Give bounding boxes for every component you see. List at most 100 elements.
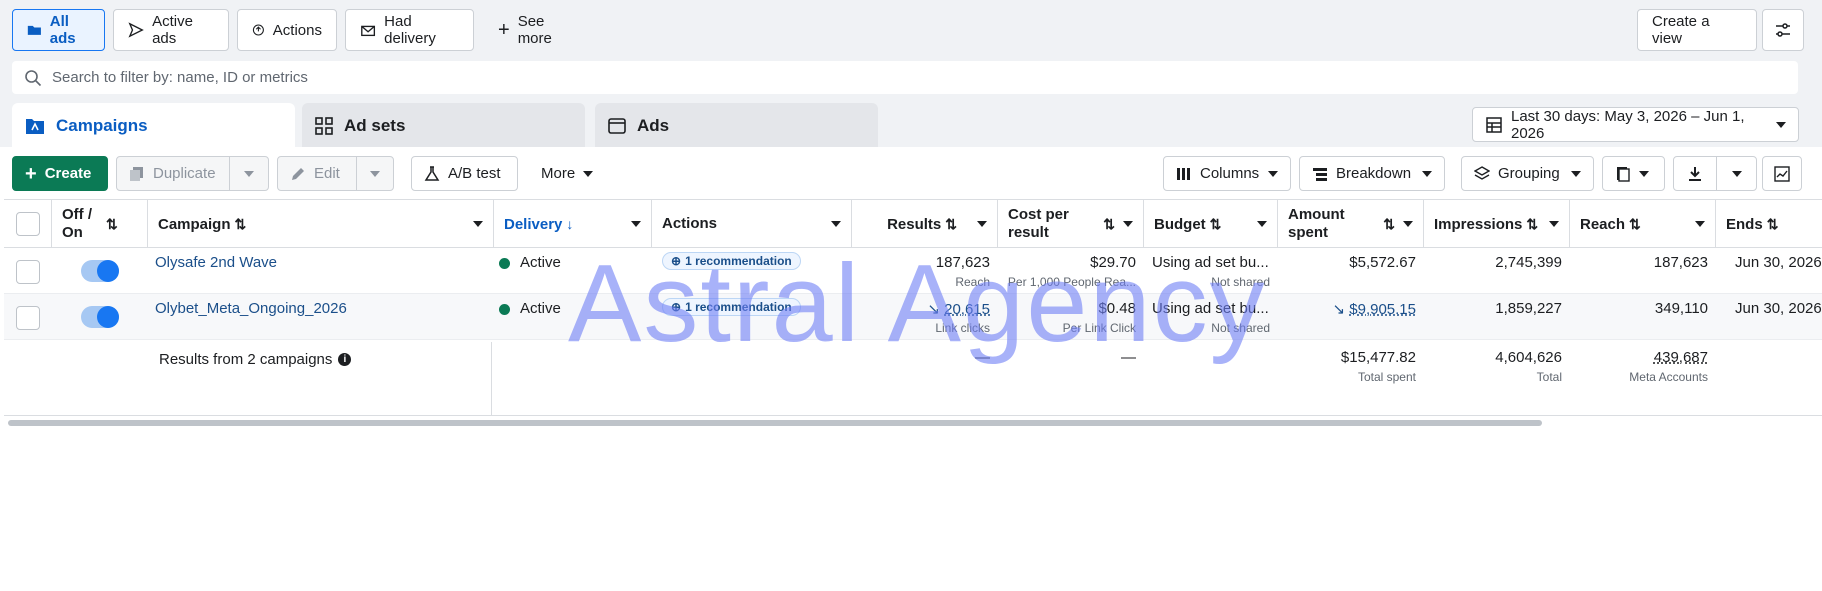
- recommendation-badge[interactable]: ⊕ 1 recommendation: [662, 252, 801, 270]
- column-campaign[interactable]: Campaign ⇅: [148, 200, 494, 248]
- date-range-label: Last 30 days: May 3, 2026 – Jun 1, 2026: [1511, 107, 1745, 142]
- tab-ads-label: Ads: [637, 115, 670, 135]
- had-delivery-filter[interactable]: Had delivery: [345, 9, 474, 51]
- status-dot: [499, 303, 510, 315]
- tab-ad-sets[interactable]: Ad sets: [302, 103, 585, 148]
- totals-cost: —: [1121, 349, 1136, 366]
- chevron-down-icon: [473, 221, 483, 227]
- edit-button[interactable]: Edit: [277, 156, 357, 191]
- recommendation-badge[interactable]: ⊕ 1 recommendation: [662, 298, 801, 316]
- envelope-icon: [361, 25, 376, 37]
- recommendation-icon: ⊕: [671, 300, 682, 314]
- column-impressions[interactable]: Impressions ⇅: [1424, 200, 1570, 248]
- column-off-on[interactable]: Off / On ⇅: [52, 200, 148, 248]
- chevron-down-icon: [244, 170, 254, 177]
- plus-icon: +: [498, 19, 510, 41]
- campaign-toggle[interactable]: [81, 260, 119, 282]
- recommendation-cell: ⊕ 1 recommendation: [662, 298, 801, 344]
- chevron-down-icon: [1549, 221, 1559, 227]
- cost-sub: Per 1,000 People Rea...: [1007, 275, 1136, 289]
- row-checkbox[interactable]: [16, 260, 40, 284]
- more-label: More: [541, 165, 576, 182]
- tab-campaigns[interactable]: Campaigns: [12, 103, 295, 148]
- chart-toggle-button[interactable]: [1762, 156, 1802, 191]
- duplicate-button[interactable]: Duplicate: [116, 156, 230, 191]
- totals-impressions-sub: Total: [1536, 370, 1562, 384]
- recommendation-label: 1 recommendation: [685, 254, 792, 268]
- breakdown-icon: [1313, 167, 1327, 181]
- export-dropdown[interactable]: [1716, 156, 1757, 191]
- breakdown-button[interactable]: Breakdown: [1299, 156, 1445, 191]
- totals-reach: 439,687: [1570, 349, 1708, 369]
- recommendation-cell: ⊕ 1 recommendation: [662, 252, 801, 298]
- all-ads-filter[interactable]: All ads: [12, 9, 105, 51]
- chevron-down-icon: [1776, 121, 1786, 128]
- chevron-down-icon: [631, 221, 641, 227]
- results-sub: Link clicks: [935, 321, 990, 335]
- trend-chart-icon: [1774, 165, 1790, 182]
- duplicate-label: Duplicate: [153, 165, 216, 182]
- export-button[interactable]: [1673, 156, 1717, 191]
- more-button[interactable]: More: [529, 156, 609, 191]
- trend-down-icon: ↘: [1332, 301, 1346, 318]
- select-all-checkbox[interactable]: [16, 212, 40, 236]
- reports-button[interactable]: [1602, 156, 1665, 191]
- table-row[interactable]: Olysafe 2nd Wave Active ⊕ 1 recommendatio…: [4, 248, 1822, 294]
- trend-down-icon: ↘: [927, 301, 940, 318]
- sort-icon: ⇅: [1629, 215, 1641, 232]
- actions-filter[interactable]: Actions: [237, 9, 337, 51]
- table-header: Off / On ⇅ Campaign ⇅ Delivery ↓ Actions…: [4, 199, 1822, 248]
- sort-icon: ⇅: [1383, 215, 1395, 232]
- send-icon: [128, 22, 144, 38]
- delivery-label: Active: [520, 254, 561, 271]
- breakdown-label: Breakdown: [1336, 165, 1412, 182]
- totals-reach-value[interactable]: 439,687: [1654, 349, 1708, 366]
- column-results[interactable]: Results ⇅: [852, 200, 998, 248]
- see-more-button[interactable]: + See more: [484, 9, 594, 51]
- ab-test-label: A/B test: [448, 165, 501, 182]
- duplicate-dropdown[interactable]: [229, 156, 269, 191]
- column-amount-spent[interactable]: Amount spent ⇅: [1278, 200, 1424, 248]
- column-ends[interactable]: Ends ⇅: [1716, 200, 1822, 248]
- chevron-down-icon: [1422, 170, 1432, 177]
- column-impressions-label: Impressions: [1434, 215, 1523, 233]
- calendar-table-icon: [1486, 116, 1502, 133]
- totals-spent: $15,477.82: [1340, 349, 1416, 366]
- edit-dropdown[interactable]: [356, 156, 394, 191]
- totals-reach-sub: Meta Accounts: [1629, 370, 1708, 384]
- search-bar: [12, 61, 1798, 94]
- all-ads-label: All ads: [49, 13, 76, 47]
- column-reach[interactable]: Reach ⇅: [1570, 200, 1716, 248]
- info-icon[interactable]: i: [338, 352, 352, 366]
- active-ads-filter[interactable]: Active ads: [113, 9, 229, 51]
- totals-impressions: 4,604,626: [1495, 349, 1562, 366]
- spent-value[interactable]: $9,905.15: [1349, 301, 1416, 318]
- create-view-button[interactable]: Create a view: [1637, 9, 1757, 51]
- view-settings-button[interactable]: [1762, 9, 1804, 51]
- search-input[interactable]: [52, 69, 1752, 86]
- column-divider: [491, 342, 492, 416]
- date-range-picker[interactable]: Last 30 days: May 3, 2026 – Jun 1, 2026: [1472, 107, 1799, 142]
- table-row[interactable]: Olybet_Meta_Ongoing_2026 Active ⊕ 1 recom…: [4, 294, 1822, 340]
- row-checkbox[interactable]: [16, 306, 40, 330]
- recommendation-icon: ⊕: [671, 254, 682, 268]
- column-delivery[interactable]: Delivery ↓: [494, 200, 652, 248]
- chevron-down-icon: [1571, 170, 1581, 177]
- column-cost-per-result[interactable]: Cost per result ⇅: [998, 200, 1144, 248]
- grouping-button[interactable]: Grouping: [1461, 156, 1594, 191]
- folder-icon: [27, 25, 41, 35]
- create-button[interactable]: + Create: [12, 156, 108, 191]
- campaign-toggle[interactable]: [81, 306, 119, 328]
- column-budget[interactable]: Budget ⇅: [1144, 200, 1278, 248]
- create-label: Create: [44, 165, 92, 182]
- campaign-name-link[interactable]: Olybet_Meta_Ongoing_2026: [155, 300, 347, 346]
- tab-campaigns-label: Campaigns: [56, 115, 148, 135]
- ab-test-button[interactable]: A/B test: [411, 156, 518, 191]
- columns-button[interactable]: Columns: [1163, 156, 1291, 191]
- results-value[interactable]: 20,615: [944, 301, 990, 318]
- tab-ads[interactable]: Ads: [595, 103, 878, 148]
- horizontal-scrollbar[interactable]: [8, 420, 1542, 426]
- column-reach-label: Reach: [1580, 215, 1626, 233]
- columns-icon: [1177, 167, 1190, 180]
- column-actions[interactable]: Actions: [652, 200, 852, 248]
